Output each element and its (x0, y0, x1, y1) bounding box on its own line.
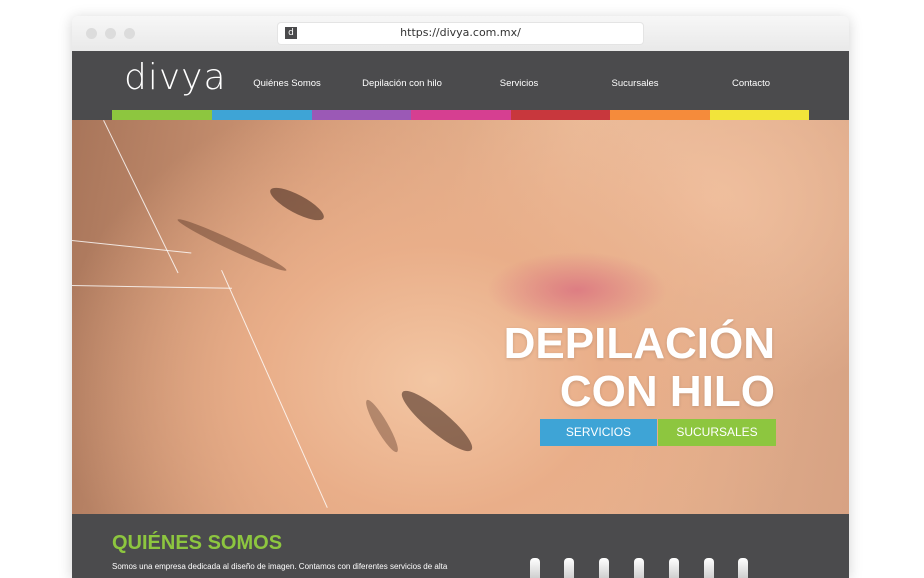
hero-title-line1: DEPILACIÓN (503, 319, 775, 368)
color-stripe-purple (312, 110, 411, 120)
nav-depilacion-con-hilo[interactable]: Depilación con hilo (362, 78, 442, 89)
thread-line (72, 240, 192, 254)
about-section: QUIÉNES SOMOS Somos una empresa dedicada… (72, 514, 849, 578)
window-minimize-dot[interactable] (105, 28, 116, 39)
browser-window: d https://divya.com.mx/ divya Quiénes So… (72, 16, 849, 578)
bottle-image (599, 558, 609, 578)
bottle-image (530, 558, 540, 578)
servicios-button[interactable]: SERVICIOS (540, 419, 657, 446)
eyebrow-lower (361, 397, 403, 455)
hero-title-line2: CON HILO (559, 367, 775, 416)
color-stripe-orange (610, 110, 710, 120)
about-title: QUIÉNES SOMOS (112, 532, 283, 554)
thread-line (221, 270, 328, 508)
sucursales-button[interactable]: SUCURSALES (658, 419, 776, 446)
thread-line (72, 285, 232, 289)
color-stripe-pink (411, 110, 511, 120)
eyelash-lower (395, 383, 479, 459)
nav-quienes-somos[interactable]: Quiénes Somos (253, 78, 321, 89)
window-close-dot[interactable] (86, 28, 97, 39)
color-stripe-green (112, 110, 212, 120)
color-stripe-red (511, 110, 610, 120)
nav-contacto[interactable]: Contacto (732, 78, 770, 89)
eyebrow (175, 215, 289, 275)
browser-titlebar: d https://divya.com.mx/ (72, 16, 849, 51)
nav-sucursales[interactable]: Sucursales (612, 78, 659, 89)
bottle-image (564, 558, 574, 578)
hero-title: DEPILACIÓN CON HILO (504, 320, 775, 416)
window-maximize-dot[interactable] (124, 28, 135, 39)
site-logo[interactable]: divya (124, 57, 227, 98)
color-stripe-blue (212, 110, 312, 120)
bottle-image (669, 558, 679, 578)
bottle-image (634, 558, 644, 578)
url-text: https://divya.com.mx/ (400, 26, 521, 39)
eyelash-upper (266, 181, 328, 227)
bottle-image (704, 558, 714, 578)
about-text: Somos una empresa dedicada al diseño de … (112, 562, 448, 571)
address-bar[interactable]: d https://divya.com.mx/ (278, 23, 643, 44)
hero-banner: DEPILACIÓN CON HILO SERVICIOS SUCURSALES (72, 120, 849, 514)
color-stripe-yellow (710, 110, 809, 120)
bottle-image (738, 558, 748, 578)
website: divya Quiénes Somos Depilación con hilo … (72, 51, 849, 578)
nav-servicios[interactable]: Servicios (500, 78, 539, 89)
